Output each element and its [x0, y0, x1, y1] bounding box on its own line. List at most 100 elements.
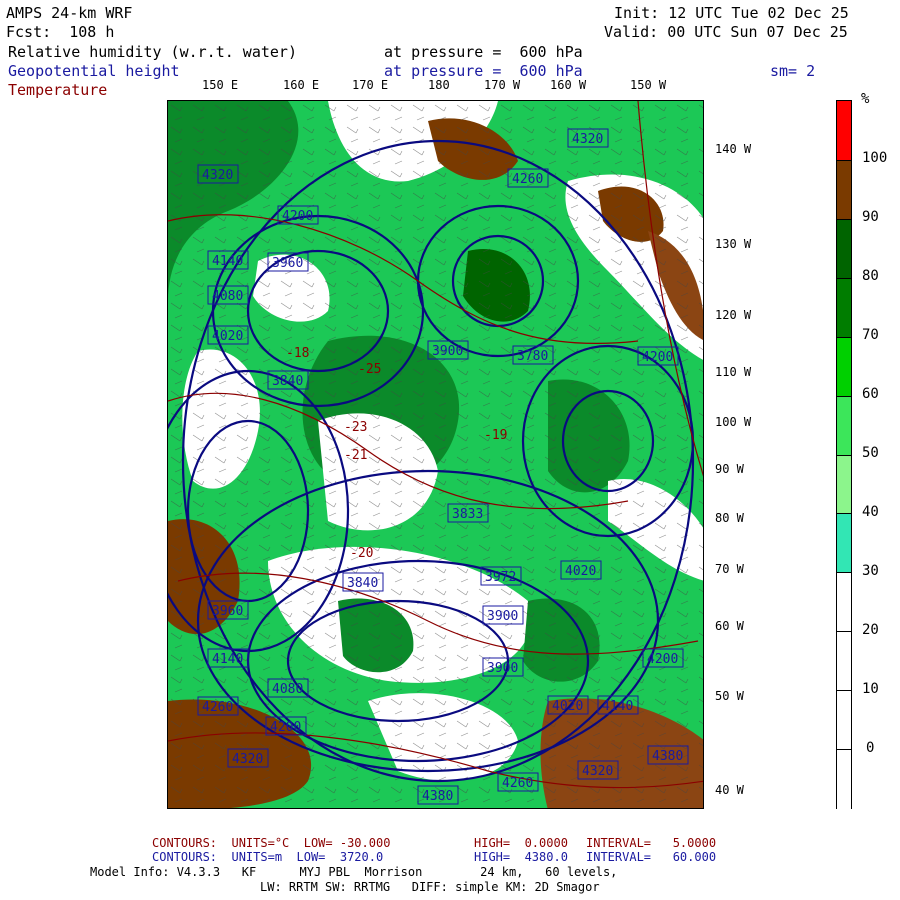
field-rh-level: at pressure = 600 hPa: [384, 43, 583, 61]
temp-label: -25: [358, 362, 381, 377]
height-label: 4140: [207, 648, 249, 668]
lon-label-top: 180: [428, 78, 450, 92]
temp-label: -18: [286, 346, 309, 361]
colorbar-tick: 40: [862, 504, 879, 520]
smoothing-label: sm= 2: [770, 62, 816, 80]
svg-text:4260: 4260: [502, 776, 533, 791]
svg-text:3900: 3900: [432, 344, 463, 359]
svg-text:3840: 3840: [272, 374, 303, 389]
model-title: AMPS 24-km WRF: [6, 4, 133, 22]
svg-text:4200: 4200: [647, 652, 678, 667]
height-label: 4200: [642, 648, 684, 668]
height-label: 4380: [647, 745, 689, 765]
height-label: 4200: [277, 205, 319, 225]
svg-text:4260: 4260: [512, 172, 543, 187]
svg-text:3840: 3840: [347, 576, 378, 591]
colorbar-segment: [837, 631, 851, 692]
height-label: 3900: [482, 605, 524, 625]
lon-label-right: 120 W: [715, 308, 752, 322]
colorbar-segment: [837, 336, 851, 397]
svg-text:4380: 4380: [422, 789, 453, 804]
svg-text:4320: 4320: [572, 132, 603, 147]
lon-label-right: 50 W: [715, 689, 744, 703]
map-panel: 4320 4200 4140 4080 4020 3960 3900 3840 …: [167, 100, 704, 809]
svg-text:4020: 4020: [552, 699, 583, 714]
height-label: 3780: [512, 345, 554, 365]
lon-label-right: 140 W: [715, 142, 752, 156]
lon-label-top: 150 E: [202, 78, 239, 92]
height-label: 4020: [207, 325, 249, 345]
field-height-level: at pressure = 600 hPa: [384, 62, 583, 80]
height-label: 4320: [567, 128, 609, 148]
colorbar-segment: [837, 690, 851, 751]
temp-contour-interval: INTERVAL= 5.0000: [586, 836, 717, 850]
colorbar-segment: [837, 277, 851, 338]
forecast-hour: Fcst: 108 h: [6, 23, 115, 41]
field-rh-name: Relative humidity (w.r.t. water): [8, 43, 297, 61]
colorbar: [836, 100, 852, 810]
colorbar-tick: 80: [862, 268, 879, 284]
height-label: 3900: [427, 340, 469, 360]
height-label: 4020: [547, 695, 589, 715]
height-label: 3840: [342, 572, 384, 592]
colorbar-tick: 50: [862, 445, 879, 461]
lon-label-right: 130 W: [715, 237, 752, 251]
svg-text:4140: 4140: [212, 652, 243, 667]
height-label: 4380: [417, 785, 459, 805]
svg-text:3960: 3960: [212, 604, 243, 619]
height-label: 3840: [267, 370, 309, 390]
height-contour-interval: INTERVAL= 60.000: [586, 850, 717, 864]
svg-text:4140: 4140: [602, 699, 633, 714]
colorbar-tick: 20: [862, 622, 879, 638]
colorbar-tick: 10: [862, 681, 879, 697]
height-label: 4320: [227, 748, 269, 768]
lon-label-top: 170 W: [484, 78, 521, 92]
lon-label-right: 100 W: [715, 415, 752, 429]
height-label: 4260: [497, 772, 539, 792]
svg-text:4020: 4020: [212, 329, 243, 344]
colorbar-unit: %: [861, 91, 870, 107]
svg-text:4200: 4200: [282, 209, 313, 224]
lon-label-top: 170 E: [352, 78, 389, 92]
svg-text:4320: 4320: [582, 764, 613, 779]
colorbar-segment: [837, 513, 851, 574]
lon-label-right: 90 W: [715, 462, 744, 476]
height-label: 4080: [207, 285, 249, 305]
lon-label-right: 110 W: [715, 365, 752, 379]
lon-label-top: 160 W: [550, 78, 587, 92]
colorbar-tick: 0: [866, 740, 875, 756]
colorbar-tick: 70: [862, 327, 879, 343]
height-label: 4260: [197, 696, 239, 716]
temp-contour-info: CONTOURS: UNITS=°C LOW= -30.000: [152, 836, 391, 850]
height-label: 4320: [577, 760, 619, 780]
colorbar-tick: 60: [862, 386, 879, 402]
lon-label-top: 160 E: [283, 78, 320, 92]
lon-label-right: 40 W: [715, 783, 744, 797]
height-label: 4260: [507, 168, 549, 188]
height-label: 3972: [480, 566, 522, 586]
colorbar-segment: [837, 101, 851, 160]
height-label: 4020: [560, 560, 602, 580]
svg-text:3833: 3833: [452, 507, 483, 522]
svg-text:4380: 4380: [652, 749, 683, 764]
field-temp-name: Temperature: [8, 81, 108, 99]
colorbar-tick: 90: [862, 209, 879, 225]
colorbar-segment: [837, 454, 851, 515]
valid-time: Valid: 00 UTC Sun 07 Dec 25: [604, 23, 848, 41]
rh-height-temp-map: 4320 4200 4140 4080 4020 3960 3900 3840 …: [168, 101, 703, 808]
height-label: 3900: [482, 657, 524, 677]
lon-label-right: 80 W: [715, 511, 744, 525]
svg-text:3972: 3972: [485, 570, 516, 585]
temp-contour-high: HIGH= 0.0000: [474, 836, 568, 850]
colorbar-segment: [837, 218, 851, 279]
svg-text:4140: 4140: [212, 254, 243, 269]
svg-text:4260: 4260: [202, 700, 233, 715]
model-info: Model Info: V4.3.3 KF MYJ PBL Morrison 2…: [90, 865, 618, 879]
temp-label: -23: [344, 420, 367, 435]
height-label: 4200: [637, 346, 679, 366]
svg-text:4320: 4320: [232, 752, 263, 767]
colorbar-segment: [837, 159, 851, 220]
colorbar-segment: [837, 395, 851, 456]
height-label: 4140: [597, 695, 639, 715]
field-height-name: Geopotential height: [8, 62, 180, 80]
